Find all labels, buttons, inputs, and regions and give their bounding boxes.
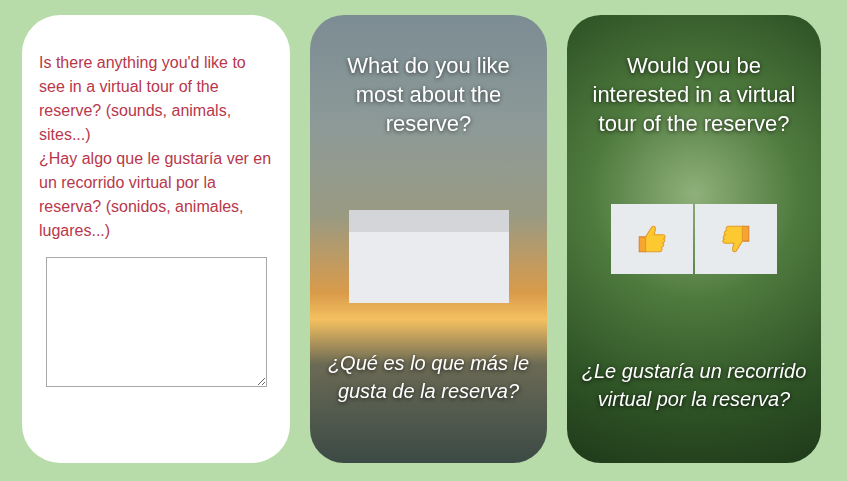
tour-card: Would you be interested in a virtual tou… [567,15,821,463]
input-header [349,210,509,232]
favorite-subtitle: ¿Qué es lo que más le gusta de la reserv… [322,349,535,405]
thumbs-up-icon [635,222,669,256]
text-input[interactable] [349,210,509,303]
thumbs-down-button[interactable] [695,204,777,274]
thumbs-down-icon [719,222,753,256]
favorite-card: What do you like most about the reserve?… [310,15,547,463]
survey-page: Is there anything you'd like to see in a… [0,0,847,481]
question-text: Is there anything you'd like to see in a… [39,51,273,243]
tour-title: Would you be interested in a virtual tou… [579,51,809,138]
tour-subtitle: ¿Le gustaría un recorrido virtual por la… [579,357,809,413]
question-card: Is there anything you'd like to see in a… [22,15,290,463]
favorite-input[interactable] [349,232,509,303]
favorite-title: What do you like most about the reserve? [322,51,535,138]
answer-textarea[interactable] [46,257,267,387]
thumbs-up-button[interactable] [611,204,693,274]
vote-buttons [611,204,777,274]
